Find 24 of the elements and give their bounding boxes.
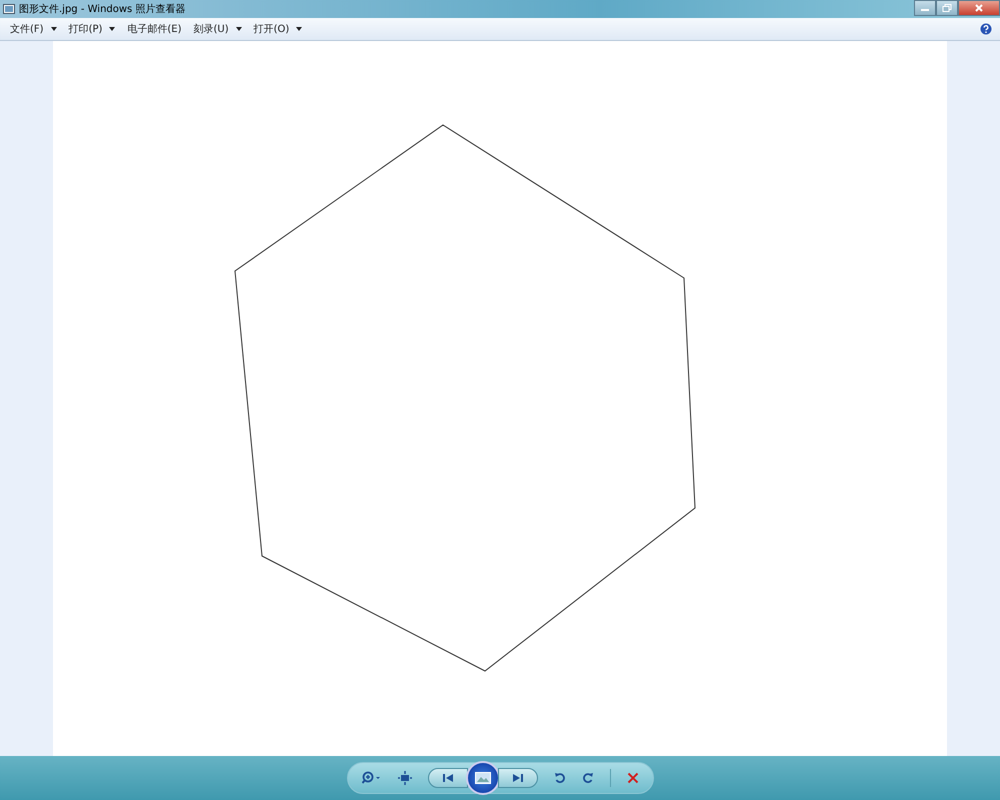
fit-window-icon[interactable] [398,770,412,785]
help-icon[interactable] [980,22,992,35]
close-icon [974,4,984,12]
previous-button[interactable] [428,768,468,788]
next-button[interactable] [498,768,538,788]
menu-item[interactable]: 打开(O) [248,18,308,39]
restore-button[interactable] [936,0,958,16]
menu-item[interactable]: 文件(F) [4,18,63,39]
restore-icon [942,4,952,12]
rotate-left-icon[interactable] [554,772,566,784]
menu-item[interactable]: 打印(P) [62,18,122,39]
previous-icon [442,772,454,783]
next-icon [512,772,524,783]
close-button[interactable] [958,0,1000,16]
menu-item[interactable]: 刻录(U) [188,18,248,39]
zoom-icon[interactable] [362,770,382,785]
delete-icon[interactable] [626,772,638,784]
window-title: 图形文件.jpg - Windows 照片查看器 [19,2,186,16]
picture-icon [474,772,490,784]
photo-viewer-icon [3,4,15,14]
menu-item[interactable]: 电子邮件(E) [121,18,188,39]
rotate-right-icon[interactable] [582,772,594,784]
slideshow-button[interactable] [466,760,500,795]
minimize-button[interactable] [914,0,936,16]
